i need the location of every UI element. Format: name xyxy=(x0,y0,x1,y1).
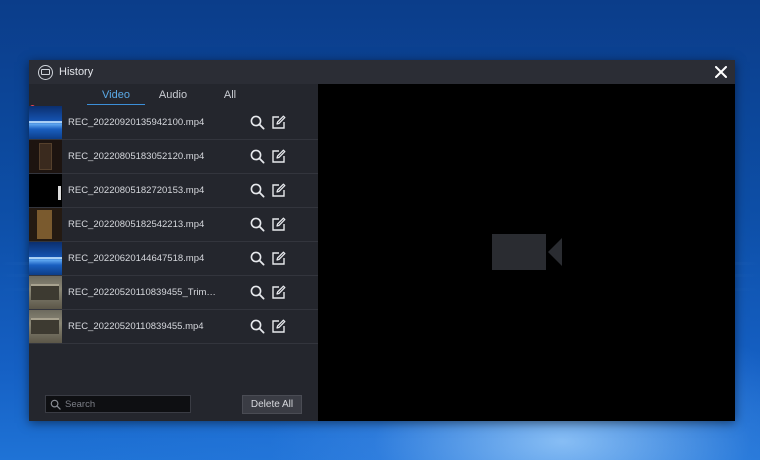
recording-row[interactable]: REC_20220620144647518.mp4 xyxy=(29,242,318,276)
edit-button[interactable] xyxy=(271,217,286,232)
preview-search-button[interactable] xyxy=(250,115,265,130)
magnifier-icon xyxy=(250,251,265,266)
edit-button[interactable] xyxy=(271,183,286,198)
recording-row[interactable]: REC_20220520110839455.mp4 xyxy=(29,310,318,344)
tab-video[interactable]: Video xyxy=(87,84,145,106)
window-title: History xyxy=(59,66,94,78)
recording-filename: REC_20220620144647518.mp4 xyxy=(68,253,205,264)
search-icon xyxy=(50,399,61,410)
bottom-toolbar: Delete All xyxy=(29,389,318,421)
edit-icon xyxy=(272,183,286,197)
thumbnail-detail xyxy=(37,210,52,239)
search-box[interactable] xyxy=(45,395,191,413)
preview-search-button[interactable] xyxy=(250,251,265,266)
recording-thumbnail[interactable] xyxy=(29,310,62,343)
video-preview-area xyxy=(318,84,735,421)
thumbnail-detail xyxy=(31,318,59,334)
media-type-tabs: Video Audio All xyxy=(29,84,318,106)
magnifier-icon xyxy=(250,217,265,232)
magnifier-icon xyxy=(250,149,265,164)
close-button[interactable] xyxy=(711,62,731,82)
recording-filename: REC_20220805182720153.mp4 xyxy=(68,185,205,196)
recording-row[interactable]: REC_20220920135942100.mp4 xyxy=(29,106,318,140)
edit-button[interactable] xyxy=(271,319,286,334)
search-input[interactable] xyxy=(65,398,185,410)
magnifier-icon xyxy=(250,285,265,300)
close-icon xyxy=(715,66,727,78)
magnifier-icon xyxy=(250,319,265,334)
edit-icon xyxy=(272,285,286,299)
edit-button[interactable] xyxy=(271,251,286,266)
preview-search-button[interactable] xyxy=(250,217,265,232)
recording-row[interactable]: REC_20220805182720153.mp4 xyxy=(29,174,318,208)
video-camera-icon xyxy=(492,234,562,270)
preview-search-button[interactable] xyxy=(250,149,265,164)
recording-list: REC_20220920135942100.mp4 REC_20220805183… xyxy=(29,106,318,344)
magnifier-icon xyxy=(250,183,265,198)
preview-search-button[interactable] xyxy=(250,319,265,334)
edit-icon xyxy=(272,217,286,231)
recording-filename: REC_20220520110839455_Trim_0... xyxy=(68,287,218,298)
recording-filename: REC_20220805183052120.mp4 xyxy=(68,151,205,162)
edit-button[interactable] xyxy=(271,285,286,300)
delete-all-button[interactable]: Delete All xyxy=(242,395,302,414)
history-window: History Video Audio All REC_202209201359… xyxy=(29,60,735,421)
recording-filename: REC_20220805182542213.mp4 xyxy=(68,219,205,230)
recording-row[interactable]: REC_20220805183052120.mp4 xyxy=(29,140,318,174)
app-logo-icon xyxy=(38,64,53,80)
edit-button[interactable] xyxy=(271,149,286,164)
history-list-panel: Video Audio All REC_20220920135942100.mp… xyxy=(29,84,318,421)
edit-icon xyxy=(272,149,286,163)
title-bar: History xyxy=(29,60,735,84)
recording-filename: REC_20220920135942100.mp4 xyxy=(68,117,205,128)
recording-thumbnail[interactable] xyxy=(29,174,62,207)
recording-thumbnail[interactable] xyxy=(29,106,62,139)
thumbnail-detail xyxy=(31,284,59,300)
recording-thumbnail[interactable] xyxy=(29,140,62,173)
recording-thumbnail[interactable] xyxy=(29,208,62,241)
recording-filename: REC_20220520110839455.mp4 xyxy=(68,321,204,332)
magnifier-icon xyxy=(250,115,265,130)
preview-search-button[interactable] xyxy=(250,183,265,198)
preview-search-button[interactable] xyxy=(250,285,265,300)
edit-button[interactable] xyxy=(271,115,286,130)
thumbnail-detail xyxy=(39,143,52,170)
recording-row[interactable]: REC_20220520110839455_Trim_0... xyxy=(29,276,318,310)
tab-all[interactable]: All xyxy=(215,84,245,106)
edit-icon xyxy=(272,319,286,333)
recording-thumbnail[interactable] xyxy=(29,276,62,309)
edit-icon xyxy=(272,251,286,265)
recording-row[interactable]: REC_20220805182542213.mp4 xyxy=(29,208,318,242)
tab-audio[interactable]: Audio xyxy=(149,84,197,106)
recording-thumbnail[interactable] xyxy=(29,242,62,275)
thumbnail-detail xyxy=(58,186,61,200)
edit-icon xyxy=(272,115,286,129)
